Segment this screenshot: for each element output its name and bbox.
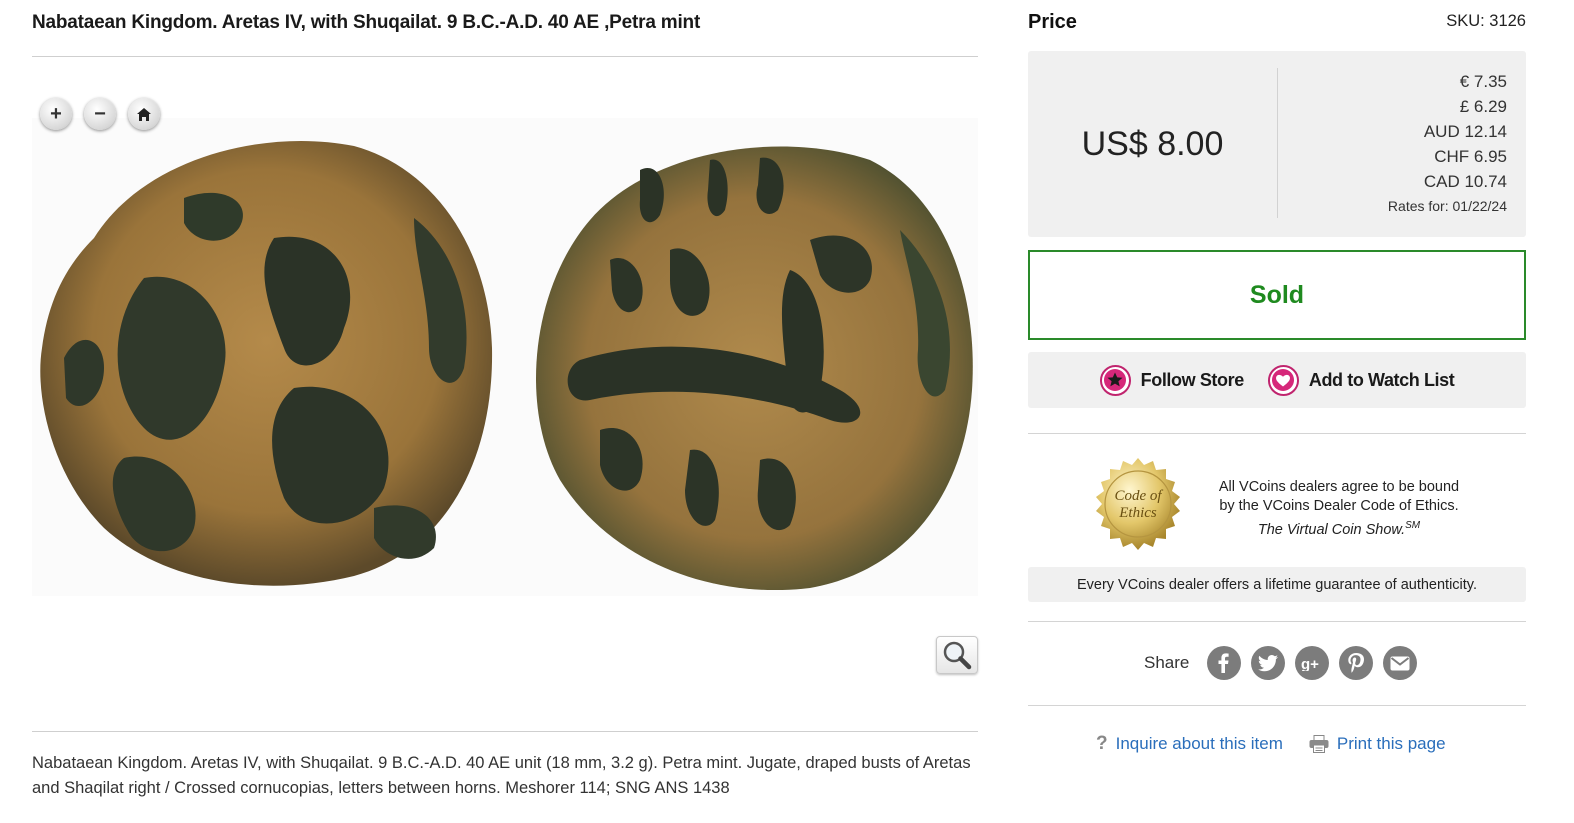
- heart-icon: [1267, 364, 1299, 396]
- home-icon: [137, 107, 151, 121]
- ethics-line-2: by the VCoins Dealer Code of Ethics.: [1219, 498, 1459, 514]
- divider: [32, 731, 978, 732]
- currency-rates: € 7.35 £ 6.29 AUD 12.14 CHF 6.95 CAD 10.…: [1388, 69, 1507, 214]
- printer-icon: [1309, 735, 1329, 753]
- ethics-statement: All VCoins dealers agree to be bound by …: [1204, 478, 1474, 540]
- seal-line-1: Code of: [1114, 488, 1163, 504]
- follow-bar: Follow Store Add to Watch List: [1028, 352, 1526, 408]
- follow-store-button[interactable]: Follow Store: [1099, 364, 1245, 396]
- rate-aud: AUD 12.14: [1423, 122, 1507, 141]
- facebook-icon[interactable]: [1207, 646, 1242, 680]
- svg-text:g+: g+: [1301, 656, 1319, 671]
- question-icon: ?: [1096, 733, 1108, 754]
- divider: [1277, 68, 1278, 218]
- main-price: US$ 8.00: [1081, 124, 1224, 163]
- ethics-line-1: All VCoins dealers agree to be bound: [1218, 479, 1460, 495]
- rate-cad: CAD 10.74: [1423, 172, 1507, 191]
- code-of-ethics-seal: Code of Ethics: [1096, 458, 1180, 550]
- price-box: US$ 8.00 € 7.35 £ 6.29 AUD 12.14 CHF 6.9…: [1028, 51, 1526, 237]
- zoom-controls: + −: [40, 98, 160, 130]
- inquire-link[interactable]: ? Inquire about this item: [1096, 733, 1283, 755]
- google-plus-icon[interactable]: g+: [1295, 646, 1330, 680]
- item-title: Nabataean Kingdom. Aretas IV, with Shuqa…: [32, 12, 701, 33]
- item-detail-panel: Nabataean Kingdom. Aretas IV, with Shuqa…: [32, 0, 978, 823]
- coin-reverse-image: [536, 146, 973, 590]
- rate-gbp: £ 6.29: [1459, 97, 1507, 116]
- divider: [1028, 621, 1526, 622]
- item-links: ? Inquire about this item Print this pag…: [1096, 733, 1446, 755]
- email-icon[interactable]: [1383, 646, 1418, 680]
- rate-eur: € 7.35: [1459, 72, 1507, 91]
- magnifier-icon: [943, 641, 972, 670]
- sku-label: SKU: 3126: [1446, 12, 1526, 30]
- inquire-label: Inquire about this item: [1115, 734, 1283, 753]
- watch-list-label: Add to Watch List: [1308, 369, 1455, 390]
- pinterest-icon[interactable]: [1339, 646, 1374, 680]
- zoom-in-button[interactable]: +: [40, 98, 72, 130]
- coin-obverse-image: [40, 140, 493, 586]
- print-link[interactable]: Print this page: [1309, 734, 1446, 754]
- fullscreen-zoom-button[interactable]: [936, 636, 978, 674]
- service-mark: SM: [1405, 520, 1421, 531]
- image-viewer[interactable]: [32, 118, 978, 596]
- share-label: Share: [1144, 653, 1190, 672]
- seal-line-2: Ethics: [1118, 505, 1157, 521]
- zoom-out-button[interactable]: −: [84, 98, 116, 130]
- sold-status: Sold: [1028, 250, 1526, 340]
- purchase-panel: Price SKU: 3126 US$ 8.00 € 7.35 £ 6.29 A…: [1028, 0, 1526, 823]
- rates-date: Rates for: 01/22/24: [1387, 198, 1507, 214]
- virtual-coin-show-label: The Virtual Coin Show.: [1257, 521, 1406, 538]
- print-label: Print this page: [1336, 734, 1446, 753]
- star-icon: [1099, 364, 1131, 396]
- divider: [1028, 705, 1526, 706]
- add-to-watch-list-button[interactable]: Add to Watch List: [1267, 364, 1455, 396]
- twitter-icon[interactable]: [1251, 646, 1286, 680]
- divider: [1028, 433, 1526, 434]
- follow-store-label: Follow Store: [1140, 369, 1245, 390]
- share-row: Share g+: [1144, 646, 1418, 680]
- item-description: Nabataean Kingdom. Aretas IV, with Shuqa…: [32, 754, 971, 797]
- price-heading: Price: [1028, 11, 1077, 33]
- ethics-line-3: The Virtual Coin Show.SM: [1204, 516, 1474, 540]
- home-button[interactable]: [128, 98, 160, 130]
- divider: [32, 56, 978, 57]
- rate-chf: CHF 6.95: [1434, 147, 1507, 166]
- authenticity-guarantee: Every VCoins dealer offers a lifetime gu…: [1028, 567, 1526, 602]
